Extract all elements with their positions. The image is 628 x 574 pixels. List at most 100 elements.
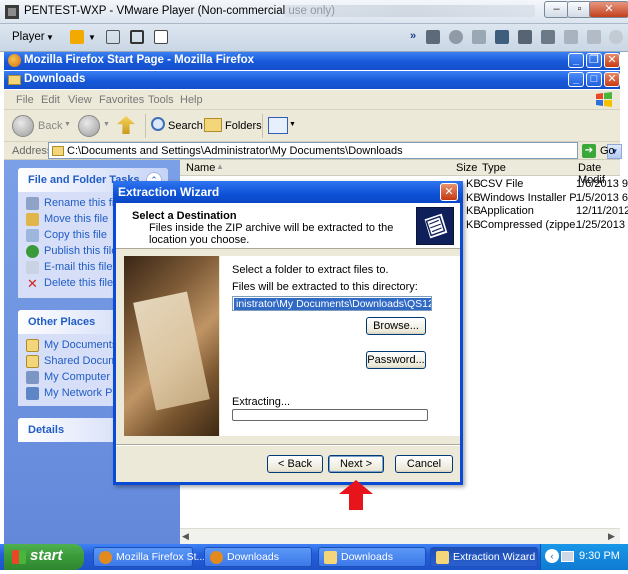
network-places-icon bbox=[26, 387, 39, 400]
wizard-description: Files inside the ZIP archive will be ext… bbox=[149, 222, 394, 246]
extraction-wizard-dialog: Extraction Wizard ✕ Select a Destination… bbox=[113, 181, 463, 485]
firefox-minimize-button[interactable]: _ bbox=[568, 53, 584, 68]
start-button[interactable]: start bbox=[4, 544, 84, 570]
path-label: Files will be extracted to this director… bbox=[232, 281, 418, 293]
column-size[interactable]: Size bbox=[456, 162, 477, 174]
player-menu[interactable]: Player bbox=[12, 31, 45, 43]
wizard-close-button[interactable]: ✕ bbox=[440, 183, 458, 201]
menu-tools[interactable]: Tools bbox=[148, 94, 174, 106]
bluetooth-icon[interactable] bbox=[609, 30, 623, 44]
taskbar-downloads-folder[interactable]: Downloads bbox=[318, 547, 426, 567]
back-arrow-icon[interactable] bbox=[12, 115, 34, 137]
windows-flag-icon bbox=[12, 550, 26, 564]
destination-path-input[interactable]: inistrator\My Documents\Downloads\QS12Se… bbox=[232, 296, 432, 311]
destination-path-value[interactable]: inistrator\My Documents\Downloads\QS12Se… bbox=[234, 298, 431, 310]
scroll-left-icon[interactable]: ◀ bbox=[182, 531, 189, 542]
explorer-maximize-button[interactable]: □ bbox=[586, 72, 602, 87]
forward-arrow-icon[interactable] bbox=[78, 115, 100, 137]
go-label: Go bbox=[600, 145, 615, 157]
more-devices-icon[interactable]: » bbox=[410, 30, 416, 42]
taskbar-extraction-wizard[interactable]: Extraction Wizard bbox=[430, 547, 538, 567]
tray-expand-icon[interactable]: ‹ bbox=[545, 549, 559, 563]
pause-dropdown-icon[interactable]: ▼ bbox=[88, 33, 96, 42]
email-icon bbox=[26, 261, 39, 274]
start-label: start bbox=[30, 547, 63, 564]
vm-minimize-button[interactable]: – bbox=[544, 1, 569, 18]
firefox-icon bbox=[210, 551, 223, 564]
firefox-close-button[interactable]: ✕ bbox=[604, 53, 620, 68]
printer-icon[interactable] bbox=[426, 30, 440, 44]
views-dropdown-icon[interactable]: ▼ bbox=[289, 121, 296, 128]
sort-arrow-icon: ▲ bbox=[216, 162, 224, 171]
file-list-header: Name ▲ Size Type Date Modif bbox=[180, 160, 620, 186]
vmware-toolbar: Player ▼ ▼ » bbox=[0, 24, 628, 52]
go-arrow-icon: ➔ bbox=[582, 144, 596, 158]
browse-button[interactable]: Browse... bbox=[366, 317, 426, 335]
address-value[interactable]: C:\Documents and Settings\Administrator\… bbox=[67, 145, 403, 157]
search-button[interactable]: Search bbox=[168, 120, 203, 132]
back-button[interactable]: < Back bbox=[267, 455, 323, 473]
fullscreen-icon[interactable] bbox=[130, 30, 144, 44]
sound-icon[interactable] bbox=[541, 30, 555, 44]
menu-help[interactable]: Help bbox=[180, 94, 203, 106]
column-type[interactable]: Type bbox=[482, 162, 506, 174]
taskbar-firefox[interactable]: Mozilla Firefox St... bbox=[93, 547, 205, 567]
folder-icon bbox=[436, 551, 449, 564]
firefox-title-bar: Mozilla Firefox Start Page - Mozilla Fir… bbox=[4, 52, 620, 70]
cd-icon[interactable] bbox=[449, 30, 463, 44]
extracting-label: Extracting... bbox=[232, 396, 291, 408]
explorer-title: Downloads bbox=[24, 73, 86, 85]
horizontal-scrollbar[interactable]: ◀ ▶ bbox=[180, 528, 620, 544]
select-folder-label: Select a folder to extract files to. bbox=[232, 264, 389, 276]
menu-view[interactable]: View bbox=[68, 94, 92, 106]
pause-icon[interactable] bbox=[70, 30, 84, 44]
go-button[interactable]: ➔ Go bbox=[582, 143, 618, 159]
folder-icon bbox=[8, 75, 21, 85]
back-dropdown-icon[interactable]: ▼ bbox=[64, 121, 71, 128]
menu-file[interactable]: File bbox=[16, 94, 34, 106]
menu-bar: File Edit View Favorites Tools Help bbox=[4, 90, 620, 110]
cancel-button[interactable]: Cancel bbox=[395, 455, 453, 473]
vmware-icon bbox=[5, 5, 19, 19]
next-button[interactable]: Next > bbox=[328, 455, 384, 473]
address-bar: Address C:\Documents and Settings\Admini… bbox=[4, 142, 622, 160]
vm-close-button[interactable]: ✕ bbox=[589, 1, 628, 18]
explorer-minimize-button[interactable]: _ bbox=[568, 72, 584, 87]
usb-icon[interactable] bbox=[518, 30, 532, 44]
floppy-icon[interactable] bbox=[472, 30, 486, 44]
search-icon[interactable] bbox=[151, 117, 165, 131]
message-icon[interactable] bbox=[587, 30, 601, 44]
network-tray-icon[interactable] bbox=[561, 551, 574, 562]
unity-icon[interactable] bbox=[154, 30, 168, 44]
forward-dropdown-icon[interactable]: ▼ bbox=[103, 121, 110, 128]
move-icon bbox=[26, 213, 39, 226]
wizard-divider bbox=[116, 444, 460, 446]
folders-icon[interactable] bbox=[204, 118, 222, 132]
player-dropdown-icon[interactable]: ▼ bbox=[46, 33, 54, 42]
password-button[interactable]: Password... bbox=[366, 351, 426, 369]
vmware-title-bar: PENTEST-WXP - VMware Player (Non-commerc… bbox=[0, 0, 628, 24]
menu-favorites[interactable]: Favorites bbox=[99, 94, 144, 106]
toolbar-separator bbox=[145, 114, 146, 138]
up-folder-icon[interactable] bbox=[117, 116, 135, 134]
display-icon[interactable] bbox=[564, 30, 578, 44]
taskbar-downloads-firefox[interactable]: Downloads bbox=[204, 547, 312, 567]
firefox-icon bbox=[8, 54, 21, 67]
explorer-title-bar: Downloads _ □ ✕ bbox=[4, 71, 620, 89]
taskbar: start Mozilla Firefox St... Downloads Do… bbox=[0, 544, 628, 570]
folders-button[interactable]: Folders bbox=[225, 120, 262, 132]
folder-icon bbox=[52, 146, 64, 156]
toolbar-separator bbox=[262, 114, 263, 138]
firefox-icon bbox=[99, 551, 112, 564]
menu-edit[interactable]: Edit bbox=[41, 94, 60, 106]
firefox-restore-button[interactable]: ❐ bbox=[586, 53, 602, 68]
scroll-right-icon[interactable]: ▶ bbox=[608, 531, 615, 542]
explorer-close-button[interactable]: ✕ bbox=[604, 72, 620, 87]
network-icon[interactable] bbox=[495, 30, 509, 44]
views-icon[interactable] bbox=[268, 117, 288, 134]
column-name[interactable]: Name bbox=[186, 162, 215, 174]
send-keys-icon[interactable] bbox=[106, 30, 120, 44]
back-label[interactable]: Back bbox=[38, 120, 62, 132]
firefox-title: Mozilla Firefox Start Page - Mozilla Fir… bbox=[24, 54, 255, 66]
address-input[interactable]: C:\Documents and Settings\Administrator\… bbox=[48, 142, 622, 159]
